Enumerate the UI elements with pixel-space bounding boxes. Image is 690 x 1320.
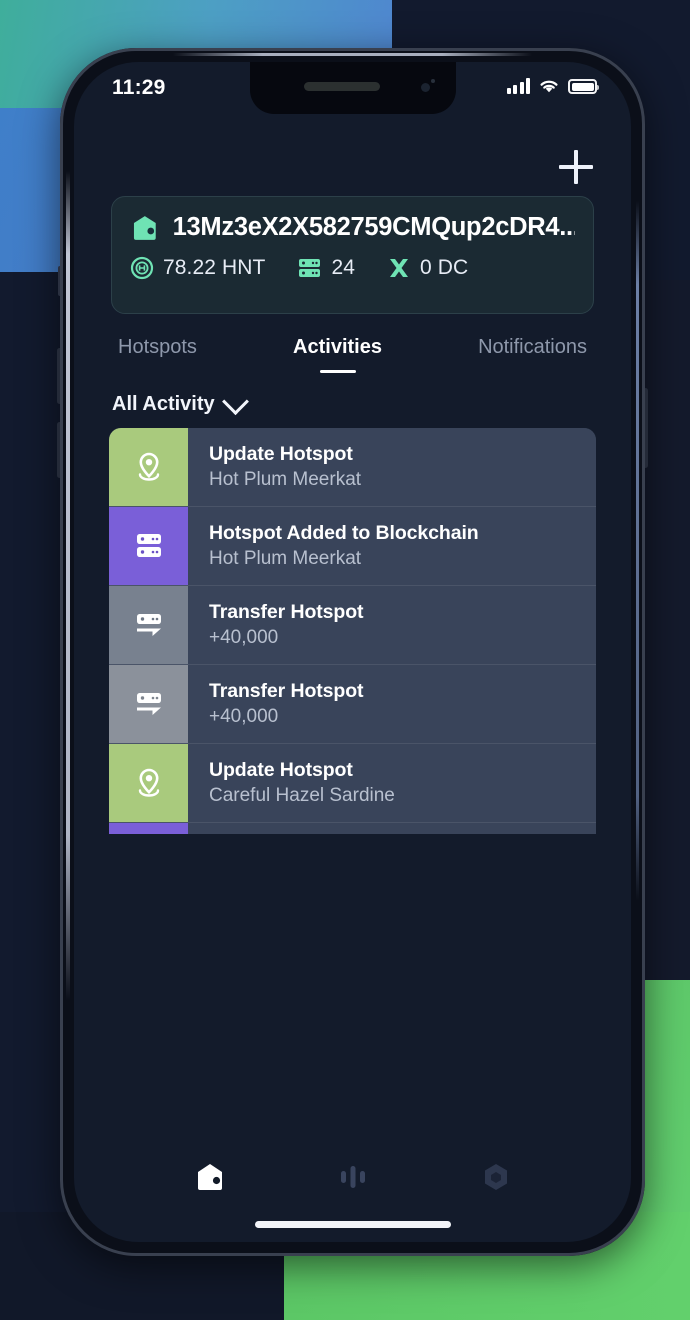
- wallet-icon: [133, 215, 156, 240]
- list-bottom-fade: [109, 1098, 596, 1136]
- activity-subtitle: Hot Plum Meerkat: [209, 469, 362, 490]
- wifi-icon: [540, 80, 558, 93]
- activity-title: Update Hotspot: [209, 443, 353, 465]
- phone-screen: 11:29 13Mz3eX2X582759CMQup2cDR4... 78.22…: [74, 62, 631, 1242]
- activity-icon-tile: [109, 665, 188, 743]
- stat-hnt-balance: 78.22 HNT: [130, 256, 265, 280]
- activity-filter-label: All Activity: [112, 393, 215, 415]
- app-top-bar: [74, 116, 631, 196]
- activity-text: Update Hotspot Careful Hazel Sardine: [188, 744, 596, 822]
- activity-text: Transfer Hotspot +40,000: [188, 665, 596, 743]
- server-transfer-icon: [136, 614, 161, 636]
- stat-data-credits: 0 DC: [387, 256, 468, 280]
- activity-icon-tile: [109, 823, 188, 834]
- activity-row[interactable]: Hotspot Added to Blockchain Careful Haze…: [109, 822, 596, 834]
- activity-icon-tile: [109, 428, 188, 506]
- activity-icon-tile: [109, 586, 188, 664]
- screenshot-root: 11:29 13Mz3eX2X582759CMQup2cDR4... 78.22…: [0, 0, 690, 1320]
- stat-hotspot-count: 24: [297, 256, 355, 280]
- activity-title: Transfer Hotspot: [209, 601, 364, 623]
- activity-text: Hotspot Added to Blockchain Careful Haze…: [188, 823, 596, 834]
- app-content: 13Mz3eX2X582759CMQup2cDR4... 78.22 HNT 2…: [74, 62, 631, 1242]
- activity-icon-tile: [109, 744, 188, 822]
- battery-icon: [568, 79, 599, 94]
- nav-activity-button[interactable]: [326, 1153, 380, 1201]
- activity-text: Transfer Hotspot +40,000: [188, 586, 596, 664]
- home-indicator: [254, 1221, 451, 1228]
- add-button[interactable]: [559, 150, 593, 184]
- chevron-down-icon: [221, 388, 249, 416]
- activity-list[interactable]: Update Hotspot Hot Plum Meerkat Hotspot …: [109, 428, 596, 834]
- hotspot-server-icon: [299, 259, 321, 277]
- activity-icon-tile: [109, 507, 188, 585]
- status-bar: 11:29: [74, 62, 631, 116]
- tab-bar: Hotspots Activities Notifications: [74, 314, 631, 373]
- frame-highlight-top: [173, 53, 532, 56]
- volume-up-button[interactable]: [57, 348, 62, 404]
- activity-subtitle: Hot Plum Meerkat: [209, 548, 362, 569]
- volume-down-button[interactable]: [57, 422, 62, 478]
- activity-subtitle: +40,000: [209, 706, 279, 727]
- activity-row[interactable]: Hotspot Added to Blockchain Hot Plum Mee…: [109, 506, 596, 585]
- frame-highlight-right: [636, 201, 639, 901]
- stat-hnt-value: 78.22 HNT: [163, 256, 266, 279]
- wallet-stats-row: 78.22 HNT 24 0 DC: [130, 256, 575, 280]
- tab-hotspots[interactable]: Hotspots: [118, 336, 197, 373]
- stat-hotspot-value: 24: [331, 256, 356, 279]
- location-pin-icon: [138, 768, 159, 797]
- activity-title: Update Hotspot: [209, 759, 353, 781]
- activity-subtitle: +40,000: [209, 627, 279, 648]
- activity-row[interactable]: Transfer Hotspot +40,000: [109, 585, 596, 664]
- hexagon-settings-icon: [484, 1164, 507, 1190]
- wallet-address-row: 13Mz3eX2X582759CMQup2cDR4...: [130, 213, 575, 242]
- location-pin-icon: [138, 452, 159, 481]
- activity-text: Hotspot Added to Blockchain Hot Plum Mee…: [188, 507, 596, 585]
- activity-row[interactable]: Update Hotspot Careful Hazel Sardine: [109, 743, 596, 822]
- activity-text: Update Hotspot Hot Plum Meerkat: [188, 428, 596, 506]
- tab-notifications[interactable]: Notifications: [478, 336, 587, 373]
- hnt-token-icon: [130, 256, 154, 280]
- phone-device: 11:29 13Mz3eX2X582759CMQup2cDR4... 78.22…: [57, 48, 648, 1256]
- data-credit-icon: [390, 259, 409, 277]
- silence-switch[interactable]: [58, 266, 62, 296]
- activity-subtitle: Careful Hazel Sardine: [209, 785, 395, 806]
- wallet-icon: [197, 1164, 222, 1190]
- activity-filter-dropdown[interactable]: All Activity: [74, 373, 631, 416]
- server-transfer-icon: [136, 693, 161, 715]
- nav-settings-button[interactable]: [469, 1153, 523, 1201]
- wallet-card[interactable]: 13Mz3eX2X582759CMQup2cDR4... 78.22 HNT 2…: [111, 196, 594, 314]
- activity-title: Transfer Hotspot: [209, 680, 364, 702]
- activity-row[interactable]: Transfer Hotspot +40,000: [109, 664, 596, 743]
- stat-dc-value: 0 DC: [420, 256, 469, 279]
- frame-highlight-left: [66, 171, 70, 1001]
- status-indicators: [506, 78, 599, 94]
- activity-row[interactable]: Update Hotspot Hot Plum Meerkat: [109, 428, 596, 506]
- cellular-signal-icon: [506, 78, 530, 94]
- server-rack-icon: [136, 534, 161, 557]
- activity-title: Hotspot Added to Blockchain: [209, 522, 479, 544]
- power-button[interactable]: [643, 388, 648, 468]
- nav-wallet-button[interactable]: [183, 1153, 237, 1201]
- status-time: 11:29: [112, 76, 166, 99]
- tab-activities[interactable]: Activities: [293, 336, 382, 373]
- wallet-address: 13Mz3eX2X582759CMQup2cDR4...: [172, 213, 575, 241]
- audio-bars-icon: [340, 1166, 365, 1188]
